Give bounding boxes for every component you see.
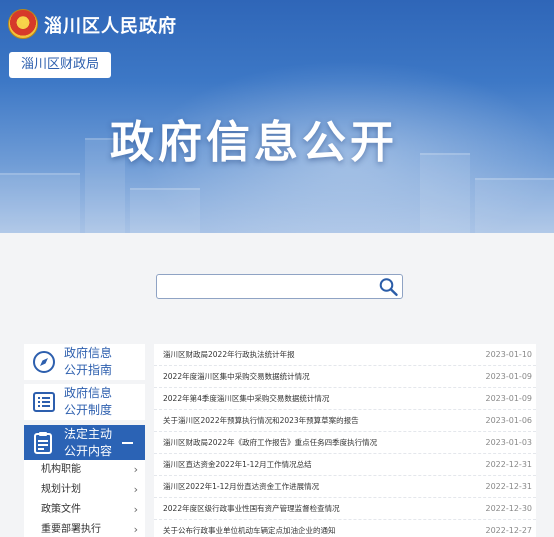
article-title[interactable]: 淄川区直达资金2022年1-12月工作情况总结	[163, 454, 483, 476]
article-title[interactable]: 关于淄川区2022年预算执行情况和2023年预算草案的报告	[163, 410, 483, 432]
list-item[interactable]: 2022年度淄川区集中采购交易数据统计情况 2023-01-09	[154, 366, 536, 388]
chevron-right-icon: ›	[133, 463, 138, 476]
article-date: 2022-12-31	[485, 460, 533, 469]
banner-skyline	[0, 173, 80, 233]
list-item[interactable]: 2022年第4季度淄川区集中采购交易数据统计情况 2023-01-09	[154, 388, 536, 410]
article-title[interactable]: 淄川区2022年1-12月份直达资金工作进展情况	[163, 476, 483, 498]
article-date: 2023-01-06	[485, 416, 533, 425]
article-date: 2023-01-10	[485, 350, 533, 359]
article-title[interactable]: 关于公布行政事业单位机动车辆定点加油企业的通知	[163, 520, 483, 537]
site-title[interactable]: 淄川区人民政府	[44, 12, 177, 38]
sidebar-subitem-org-functions[interactable]: 机构职能 ›	[24, 460, 145, 480]
list-item[interactable]: 关于淄川区2022年预算执行情况和2023年预算草案的报告 2023-01-06	[154, 410, 536, 432]
sidebar-subitem-policy-docs[interactable]: 政策文件 ›	[24, 500, 145, 520]
list-item[interactable]: 淄川区财政局2022年行政执法统计年报 2023-01-10	[154, 344, 536, 366]
sidebar-item-label: 政府信息 公开制度	[64, 386, 113, 417]
sidebar-item-disclosure-system[interactable]: 政府信息 公开制度	[24, 384, 145, 420]
list-item[interactable]: 关于公布行政事业单位机动车辆定点加油企业的通知 2022-12-27	[154, 520, 536, 537]
article-title[interactable]: 2022年度淄川区集中采购交易数据统计情况	[163, 366, 483, 388]
banner-title: 政府信息公开	[110, 117, 398, 168]
chevron-right-icon: ›	[133, 503, 138, 516]
banner-skyline	[475, 178, 554, 233]
article-list: 淄川区财政局2022年行政执法统计年报 2023-01-10 2022年度淄川区…	[154, 344, 536, 537]
article-title[interactable]: 2022年第4季度淄川区集中采购交易数据统计情况	[163, 388, 483, 410]
article-date: 2022-12-27	[485, 526, 533, 535]
banner-skyline	[420, 153, 470, 233]
department-button[interactable]: 淄川区财政局	[9, 52, 111, 78]
article-title[interactable]: 淄川区财政局2022年行政执法统计年报	[163, 344, 483, 366]
sidebar-subitem-plans[interactable]: 规划计划 ›	[24, 480, 145, 500]
search-box	[156, 274, 403, 299]
article-date: 2023-01-03	[485, 438, 533, 447]
sidebar-item-label: 政府信息 公开指南	[64, 346, 113, 377]
banner-skyline	[130, 188, 200, 233]
list-item[interactable]: 2022年度区级行政事业性国有资产管理监督检查情况 2022-12-30	[154, 498, 536, 520]
header-banner: 淄川区人民政府 淄川区财政局 政府信息公开	[0, 0, 554, 233]
list-item[interactable]: 淄川区直达资金2022年1-12月工作情况总结 2022-12-31	[154, 454, 536, 476]
compass-icon	[33, 351, 55, 373]
national-emblem-icon	[8, 9, 39, 39]
document-list-icon	[33, 392, 55, 412]
chevron-right-icon: ›	[133, 483, 138, 496]
sidebar-subitem-key-deployment[interactable]: 重要部署执行 ›	[24, 520, 145, 537]
search-input[interactable]	[161, 277, 371, 296]
article-title[interactable]: 2022年度区级行政事业性国有资产管理监督检查情况	[163, 498, 483, 520]
clipboard-icon	[34, 432, 52, 454]
article-date: 2023-01-09	[485, 372, 533, 381]
sidebar-item-mandatory-disclosure[interactable]: 法定主动 公开内容	[24, 425, 145, 460]
chevron-right-icon: ›	[133, 523, 138, 536]
article-date: 2022-12-31	[485, 482, 533, 491]
list-item[interactable]: 淄川区2022年1-12月份直达资金工作进展情况 2022-12-31	[154, 476, 536, 498]
list-item[interactable]: 淄川区财政局2022年《政府工作报告》重点任务四季度执行情况 2023-01-0…	[154, 432, 536, 454]
article-date: 2022-12-30	[485, 504, 533, 513]
sidebar-item-disclosure-guide[interactable]: 政府信息 公开指南	[24, 344, 145, 380]
search-icon[interactable]	[378, 277, 399, 297]
article-title[interactable]: 淄川区财政局2022年《政府工作报告》重点任务四季度执行情况	[163, 432, 483, 454]
collapse-icon[interactable]	[122, 442, 133, 444]
article-date: 2023-01-09	[485, 394, 533, 403]
